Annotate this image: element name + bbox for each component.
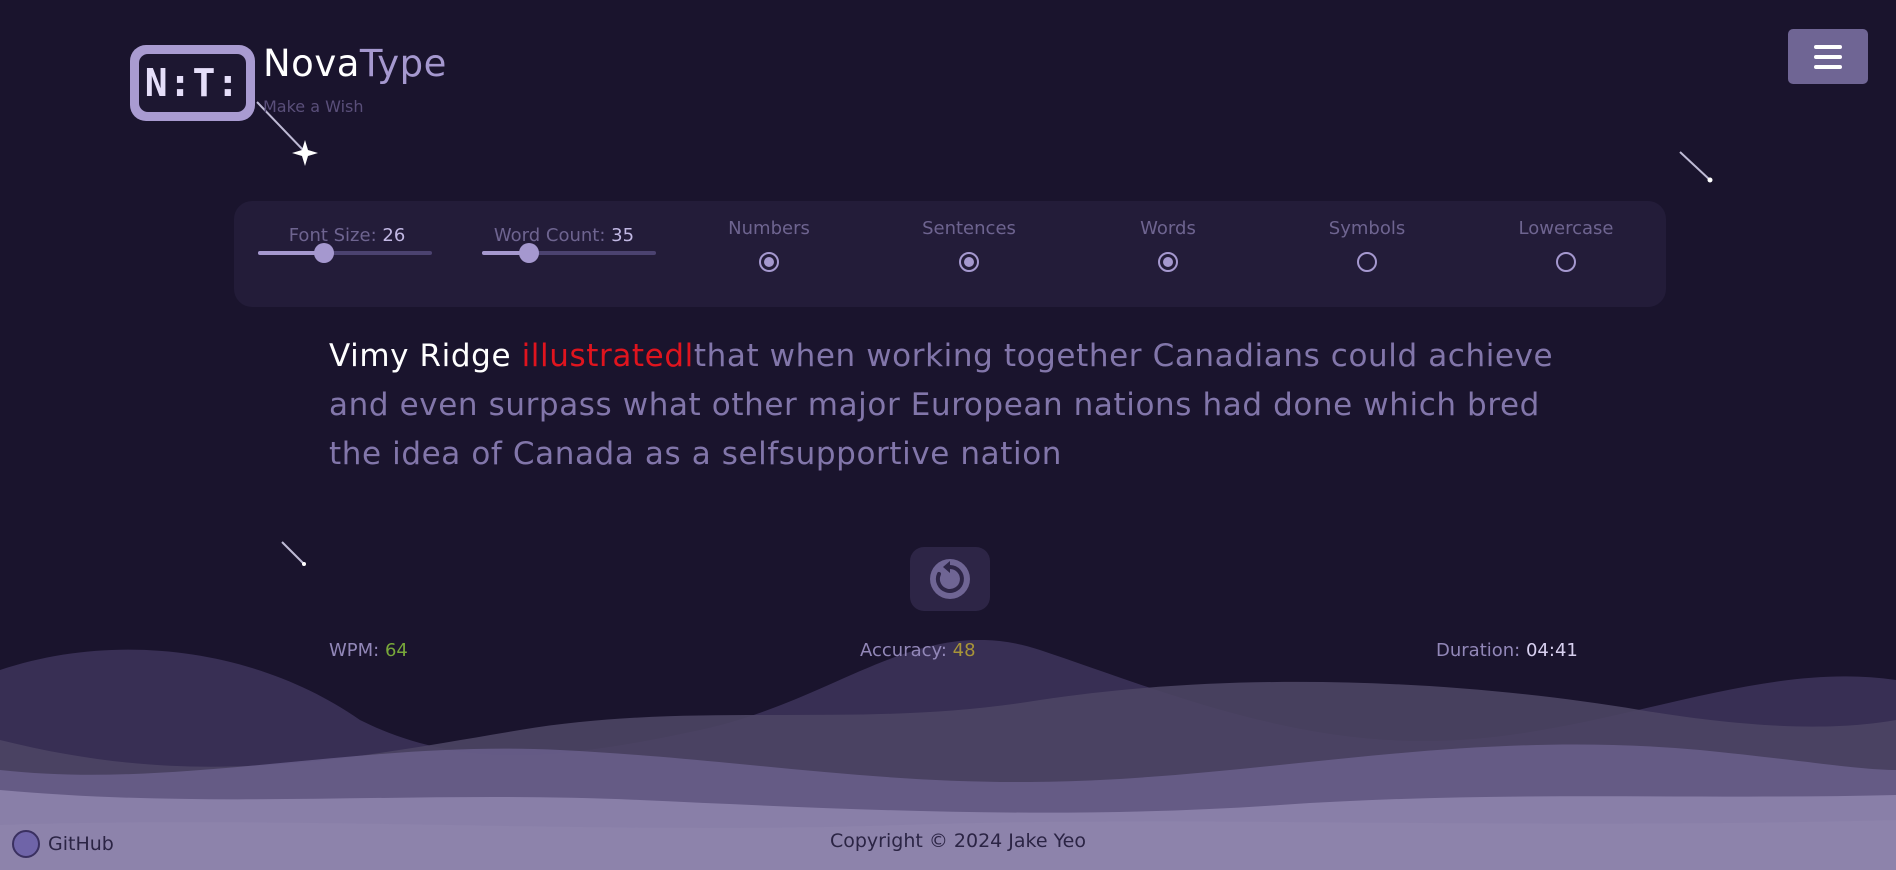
accuracy-stat: Accuracy: 48 [860,640,976,661]
app-logo[interactable]: N:T: [130,45,255,121]
font-size-slider[interactable] [258,243,432,263]
github-icon [12,830,40,858]
duration-value: 04:41 [1525,640,1578,661]
shooting-star-icon [1679,151,1713,183]
brand-type: Type [359,42,447,85]
tagline: Make a Wish [263,97,364,116]
restart-button[interactable] [910,547,990,611]
wpm-label: WPM: [329,640,385,661]
shooting-star-icon [281,541,306,566]
copyright-text: Copyright © 2024 Jake Yeo [829,830,1086,852]
typing-text[interactable]: Vimy Ridge illustratedlthat when working… [329,332,1589,479]
word-count-setting: Word Count: 35 [469,225,659,246]
word-count-value: 35 [611,225,635,246]
option-lowercase[interactable]: Lowercase [1486,218,1646,272]
github-link[interactable]: GitHub [12,830,114,858]
option-label: Sentences [922,218,1016,239]
numbers-radio[interactable] [759,252,779,272]
duration-label: Duration: [1436,640,1526,661]
duration-stat: Duration: 04:41 [1436,640,1578,661]
option-sentences[interactable]: Sentences [889,218,1049,272]
sentences-radio[interactable] [959,252,979,272]
menu-button[interactable] [1788,29,1868,84]
settings-panel: Font Size: 26 Word Count: 35 Numbers Sen… [234,201,1666,307]
font-size-setting: Font Size: 26 [252,225,442,246]
option-label: Numbers [728,218,810,239]
lowercase-radio[interactable] [1556,252,1576,272]
typed-text: Vimy Ridge [329,338,522,374]
option-label: Lowercase [1518,218,1614,239]
word-count-slider-thumb[interactable] [519,243,539,263]
accuracy-value: 48 [952,640,976,661]
font-size-label: Font Size: [288,225,383,246]
option-words[interactable]: Words [1088,218,1248,272]
word-count-slider[interactable] [482,243,656,263]
wpm-value: 64 [384,640,408,661]
font-size-slider-thumb[interactable] [314,243,334,263]
logo-text: N:T: [139,54,246,112]
accuracy-label: Accuracy: [860,640,953,661]
option-numbers[interactable]: Numbers [689,218,849,272]
restart-icon [930,559,970,599]
words-radio[interactable] [1158,252,1178,272]
brand-title: NovaType [263,42,447,85]
option-label: Symbols [1328,218,1406,239]
wpm-stat: WPM: 64 [329,640,408,661]
word-count-label: Word Count: [493,225,612,246]
option-label: Words [1140,218,1196,239]
hamburger-icon [1814,44,1842,49]
brand-nova: Nova [263,42,360,85]
option-symbols[interactable]: Symbols [1287,218,1447,272]
error-text: illustratedl [521,338,694,374]
font-size-value: 26 [382,225,406,246]
github-label: GitHub [48,833,114,855]
symbols-radio[interactable] [1357,252,1377,272]
